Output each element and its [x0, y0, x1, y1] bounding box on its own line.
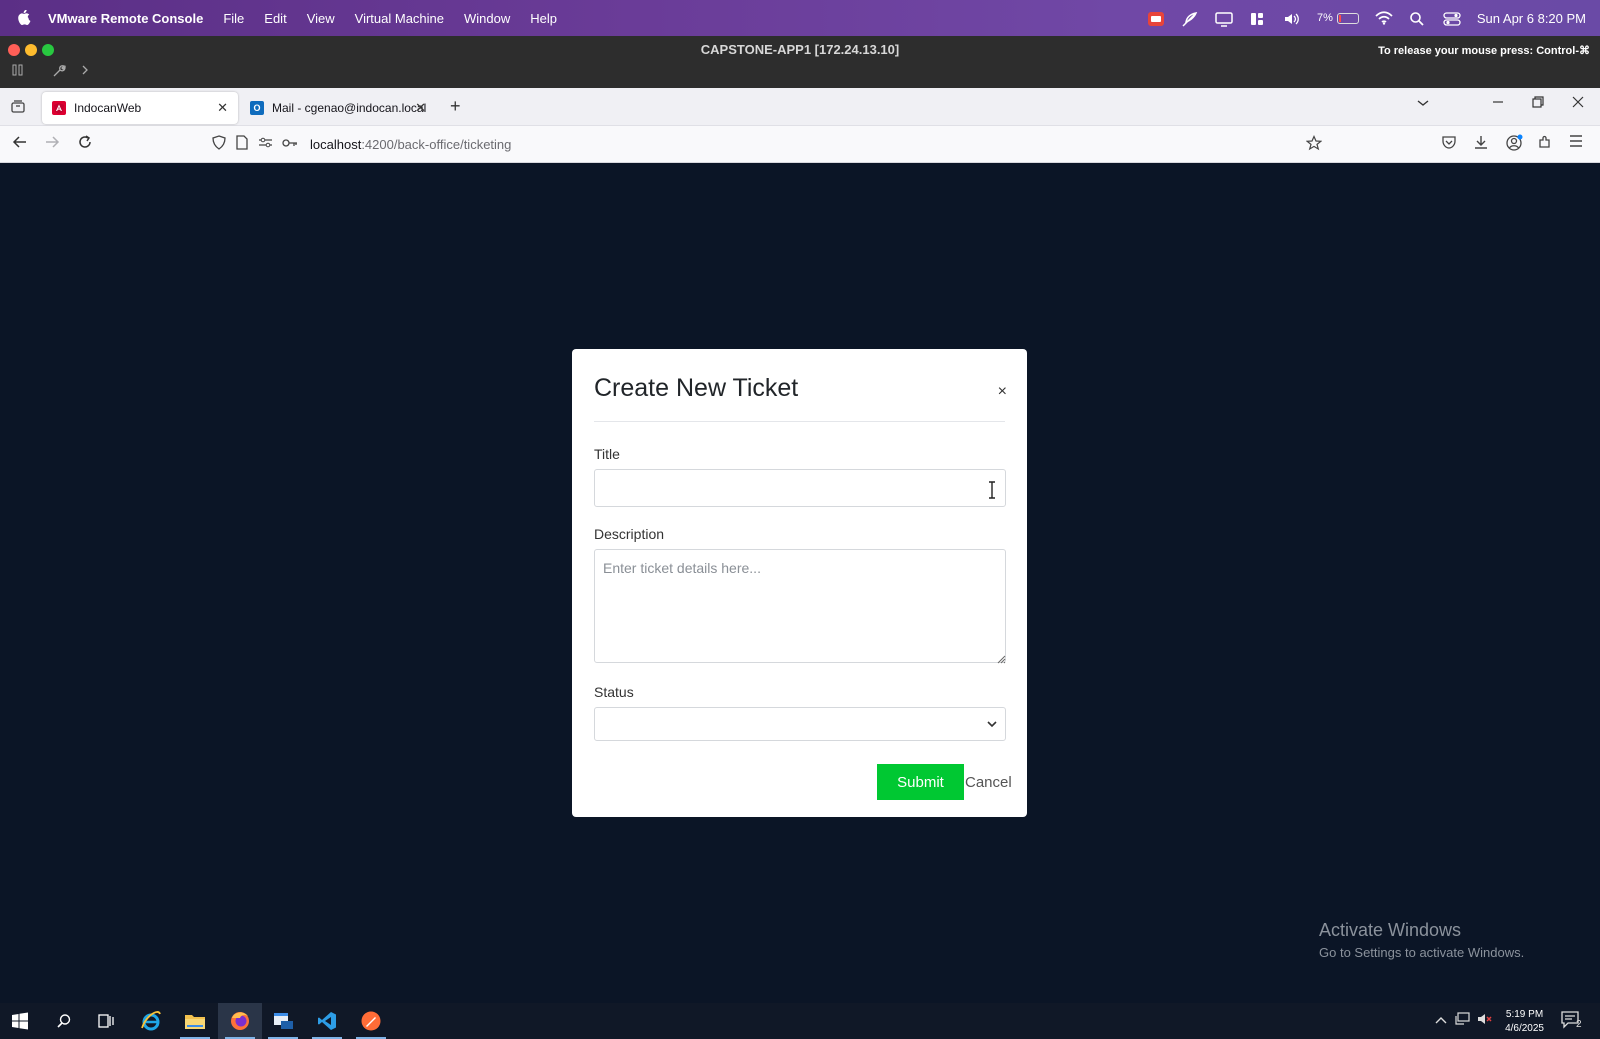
- description-textarea[interactable]: [594, 549, 1006, 663]
- watermark-line2: Go to Settings to activate Windows.: [1319, 945, 1525, 960]
- spotlight-search-icon[interactable]: [1409, 11, 1427, 26]
- account-icon[interactable]: [1505, 134, 1523, 157]
- feather-icon[interactable]: [1181, 11, 1199, 27]
- downloads-icon[interactable]: [1473, 134, 1489, 155]
- title-input[interactable]: [594, 469, 1006, 507]
- url-text[interactable]: localhost:4200/back-office/ticketing: [310, 137, 511, 152]
- reload-icon[interactable]: [77, 134, 93, 155]
- menu-window[interactable]: Window: [464, 11, 510, 26]
- close-window-icon[interactable]: [1572, 95, 1584, 111]
- menu-edit[interactable]: Edit: [264, 11, 286, 26]
- outlook-icon: O: [250, 101, 264, 115]
- angular-icon: [52, 101, 66, 115]
- apple-icon[interactable]: [18, 10, 32, 26]
- windows-taskbar: 5:19 PM 4/6/2025 2: [0, 1003, 1600, 1039]
- tracking-shield-icon[interactable]: [212, 135, 226, 153]
- search-icon[interactable]: [52, 1009, 76, 1033]
- address-bar[interactable]: localhost:4200/back-office/ticketing: [206, 130, 1330, 158]
- url-host: localhost: [310, 136, 362, 152]
- cancel-button[interactable]: Cancel: [965, 764, 1012, 800]
- wrench-icon[interactable]: [52, 64, 66, 81]
- status-select[interactable]: [594, 707, 1006, 741]
- clock-date: 4/6/2025: [1505, 1023, 1544, 1034]
- activate-windows-watermark: Activate Windows Go to Settings to activ…: [1319, 920, 1524, 960]
- resize-grip-icon[interactable]: [996, 651, 1006, 664]
- task-view-icon[interactable]: [94, 1009, 118, 1033]
- screen-record-icon[interactable]: [1147, 11, 1165, 26]
- postman-icon[interactable]: [359, 1009, 383, 1033]
- pocket-icon[interactable]: [1441, 134, 1457, 155]
- page-background: Create New Ticket × Title Description St…: [0, 163, 1600, 1003]
- internet-explorer-icon[interactable]: [139, 1009, 163, 1033]
- modal-title: Create New Ticket: [594, 374, 799, 402]
- watermark-line1: Activate Windows: [1319, 920, 1462, 940]
- tab-label: Mail - cgenao@indocan.local: [272, 101, 427, 115]
- wifi-icon[interactable]: [1375, 11, 1393, 25]
- title-label: Title: [594, 446, 620, 462]
- chevron-right-icon[interactable]: [80, 64, 90, 81]
- page-info-icon[interactable]: [236, 135, 248, 153]
- create-ticket-modal: Create New Ticket × Title Description St…: [572, 349, 1027, 817]
- minimize-window-icon[interactable]: [1492, 95, 1504, 111]
- close-icon[interactable]: ×: [998, 383, 1007, 401]
- volume-muted-icon[interactable]: [1477, 1012, 1493, 1029]
- tab-close-icon[interactable]: ✕: [415, 100, 426, 116]
- mac-menubar: VMware Remote Console File Edit View Vir…: [0, 0, 1600, 36]
- layout-icon[interactable]: [1249, 11, 1267, 25]
- control-center-icon[interactable]: [1443, 11, 1461, 26]
- pause-icon[interactable]: [12, 64, 24, 81]
- windows-start-icon[interactable]: [8, 1009, 32, 1033]
- chevron-down-icon: [987, 716, 997, 731]
- menubar-status-area: 7% Sun Apr 6 8:20 PM: [1147, 0, 1586, 36]
- system-clock[interactable]: 5:19 PM 4/6/2025: [1505, 1008, 1544, 1036]
- volume-icon[interactable]: [1283, 11, 1301, 25]
- new-tab-plus-icon[interactable]: +: [450, 96, 461, 117]
- tab-mail[interactable]: O Mail - cgenao@indocan.local ✕: [240, 92, 436, 124]
- menu-help[interactable]: Help: [530, 11, 557, 26]
- tab-label: IndocanWeb: [74, 101, 142, 115]
- submit-button[interactable]: Submit: [877, 764, 964, 800]
- notification-count: 2: [1576, 1019, 1582, 1030]
- url-path: :4200/back-office/ticketing: [361, 136, 512, 152]
- show-hidden-icons-chevron-icon[interactable]: [1435, 1012, 1447, 1027]
- app-name[interactable]: VMware Remote Console: [48, 11, 203, 26]
- vscode-icon[interactable]: [315, 1009, 339, 1033]
- restore-window-icon[interactable]: [1532, 95, 1544, 111]
- bookmark-star-icon[interactable]: [1305, 134, 1323, 154]
- file-explorer-icon[interactable]: [183, 1009, 207, 1033]
- browser-navigation-bar: localhost:4200/back-office/ticketing: [0, 126, 1600, 163]
- hamburger-menu-icon[interactable]: [1568, 134, 1584, 153]
- extensions-icon[interactable]: [1537, 134, 1553, 155]
- vm-window-title: CAPSTONE-APP1 [172.24.13.10]: [700, 42, 900, 57]
- display-icon[interactable]: [1215, 11, 1233, 27]
- vmware-titlebar: CAPSTONE-APP1 [172.24.13.10] To release …: [0, 36, 1600, 88]
- description-label: Description: [594, 526, 665, 542]
- server-manager-icon[interactable]: [271, 1009, 295, 1033]
- menu-virtual-machine[interactable]: Virtual Machine: [355, 11, 444, 26]
- tab-close-icon[interactable]: ✕: [217, 100, 228, 116]
- back-arrow-icon[interactable]: [12, 134, 28, 155]
- status-label: Status: [594, 684, 634, 700]
- menu-file[interactable]: File: [223, 11, 244, 26]
- mouse-release-hint: To release your mouse press: Control-⌘: [1378, 45, 1590, 57]
- network-icon[interactable]: [1455, 1012, 1471, 1029]
- clock-time: 5:19 PM: [1505, 1009, 1544, 1020]
- battery-icon: [1336, 12, 1359, 24]
- forward-arrow-icon[interactable]: [44, 134, 60, 155]
- modal-divider: [594, 421, 1005, 422]
- firefox-icon[interactable]: [228, 1009, 252, 1033]
- browser-tab-bar: IndocanWeb ✕ O Mail - cgenao@indocan.loc…: [0, 88, 1600, 126]
- text-cursor-icon: [987, 481, 997, 504]
- menubar-clock[interactable]: Sun Apr 6 8:20 PM: [1477, 11, 1586, 26]
- tab-manager-icon[interactable]: [10, 98, 26, 119]
- permissions-icon[interactable]: [258, 136, 273, 152]
- battery-percent: 7%: [1316, 12, 1333, 24]
- key-icon[interactable]: [282, 137, 298, 152]
- menu-view[interactable]: View: [307, 11, 335, 26]
- list-all-tabs-chevron-icon[interactable]: [1416, 95, 1430, 111]
- tab-indocanweb[interactable]: IndocanWeb ✕: [42, 92, 238, 124]
- vm-toolbar: [12, 64, 90, 81]
- battery-indicator[interactable]: 7%: [1317, 12, 1359, 24]
